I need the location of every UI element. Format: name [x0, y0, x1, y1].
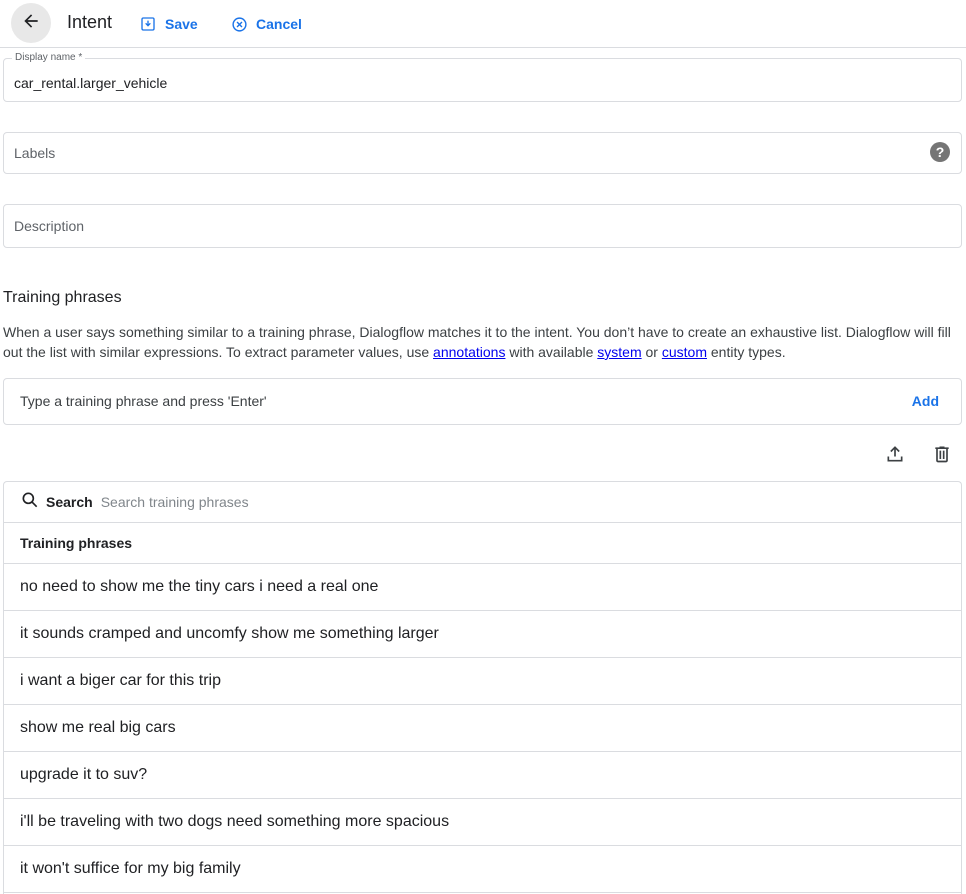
table-row[interactable]: no need to show me the tiny cars i need …	[4, 564, 961, 611]
search-bar: Search	[4, 482, 961, 523]
column-header: Training phrases	[4, 523, 961, 564]
add-button[interactable]: Add	[912, 393, 939, 409]
display-name-value[interactable]: car_rental.larger_vehicle	[14, 75, 167, 91]
trash-icon[interactable]	[930, 442, 954, 466]
search-label: Search	[46, 494, 93, 510]
display-name-label: Display name *	[12, 52, 86, 63]
save-icon	[139, 15, 157, 33]
display-name-field[interactable]: Display name * car_rental.larger_vehicle	[3, 52, 962, 102]
table-row[interactable]: i want a biger car for this trip	[4, 658, 961, 705]
arrow-left-icon	[21, 11, 41, 36]
system-link[interactable]: system	[597, 344, 641, 360]
description-text: with available	[505, 344, 598, 360]
save-button[interactable]: Save	[139, 14, 198, 34]
description-field[interactable]: Description	[3, 204, 962, 248]
table-row[interactable]: it won't suffice for my big family	[4, 846, 961, 893]
upload-icon[interactable]	[883, 442, 907, 466]
table-row[interactable]: show me real big cars	[4, 705, 961, 752]
save-label: Save	[165, 16, 198, 32]
labels-field[interactable]: Labels ?	[3, 132, 962, 174]
training-phrase-input[interactable]: Type a training phrase and press 'Enter'…	[3, 378, 962, 425]
description-text: entity types.	[706, 344, 786, 360]
description-placeholder: Description	[14, 218, 85, 234]
cancel-button[interactable]: Cancel	[230, 14, 302, 34]
training-phrases-heading: Training phrases	[3, 289, 122, 306]
labels-placeholder: Labels	[14, 145, 56, 161]
search-input[interactable]	[100, 494, 701, 510]
training-phrases-table: Search Training phrases no need to show …	[3, 481, 962, 894]
annotations-link[interactable]: annotations	[433, 344, 505, 360]
table-row[interactable]: upgrade it to suv?	[4, 752, 961, 799]
table-row[interactable]: i'll be traveling with two dogs need som…	[4, 799, 961, 846]
cancel-label: Cancel	[256, 16, 302, 32]
search-icon	[20, 490, 40, 515]
table-row[interactable]: it sounds cramped and uncomfy show me so…	[4, 611, 961, 658]
page-title: Intent	[67, 12, 113, 32]
description-text: or	[641, 344, 662, 360]
custom-link[interactable]: custom	[662, 344, 707, 360]
back-button[interactable]	[11, 3, 51, 43]
training-phrases-description: When a user says something similar to a …	[3, 322, 963, 362]
training-phrase-placeholder: Type a training phrase and press 'Enter'	[20, 393, 267, 409]
help-icon[interactable]: ?	[930, 142, 950, 162]
header-bar: Intent Save Cancel	[0, 0, 966, 48]
cancel-circle-icon	[230, 15, 248, 33]
